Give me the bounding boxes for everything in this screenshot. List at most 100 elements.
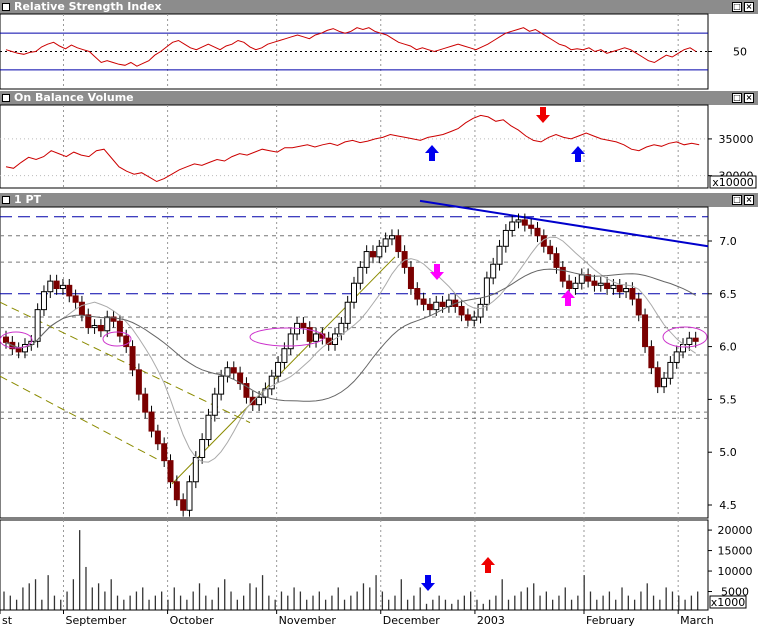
candle-body	[388, 235, 395, 240]
candle-body	[597, 282, 604, 286]
candle-body	[623, 288, 630, 293]
candle-body	[142, 393, 149, 413]
candle-body	[528, 224, 535, 229]
candle-body	[104, 316, 111, 332]
candle-body	[275, 361, 282, 377]
volume-tick-label: 10000	[718, 565, 753, 578]
candle-body	[553, 253, 560, 268]
candle-body	[148, 411, 155, 432]
candle-body	[591, 280, 598, 286]
candle-body	[199, 439, 206, 458]
vol-plot-frame	[0, 519, 709, 611]
candle-body	[490, 263, 497, 279]
candle-body	[496, 245, 503, 265]
price-tick-label: 4.5	[719, 499, 737, 512]
x-tick-label: February	[586, 614, 635, 627]
candle-body	[97, 324, 104, 332]
price-tick-label: 5.5	[719, 393, 737, 406]
candle-body	[610, 284, 617, 290]
candle-body	[420, 298, 427, 305]
candle-body	[167, 460, 174, 483]
candle-body	[192, 456, 199, 483]
x-tick-label: September	[65, 614, 126, 627]
x-tick-label: October	[170, 614, 214, 627]
candle-body	[357, 266, 364, 284]
candle-body	[135, 369, 142, 395]
candle-body	[635, 298, 642, 316]
candle-body	[281, 348, 288, 363]
price-tick-label: 6.5	[719, 288, 737, 301]
candle-body	[47, 280, 54, 293]
candle-body	[59, 284, 66, 290]
obv-multiplier: x10000	[712, 176, 754, 189]
candle-body	[34, 309, 41, 342]
candle-body	[433, 301, 440, 311]
volume-tick-label: 20000	[718, 524, 753, 537]
x-tick-label: November	[279, 614, 337, 627]
candle-body	[161, 443, 168, 462]
x-tick-label: March	[680, 614, 714, 627]
candle-body	[572, 282, 579, 290]
candle-body	[218, 375, 225, 395]
candle-body	[205, 414, 212, 441]
candle-body	[521, 219, 528, 226]
candle-body	[230, 367, 237, 374]
candle-body	[40, 291, 47, 311]
candle-body	[692, 337, 699, 342]
candle-body	[72, 295, 79, 303]
candle-body	[629, 288, 636, 300]
candle-body	[686, 337, 693, 345]
candle-body	[515, 219, 522, 223]
candle-body	[661, 377, 668, 388]
candle-body	[654, 367, 661, 388]
volume-tick-label: 15000	[718, 545, 753, 558]
price-tick-label: 6.0	[719, 341, 737, 354]
candle-body	[376, 245, 383, 258]
candle-body	[15, 348, 22, 353]
candle-body	[616, 284, 623, 293]
candle-body	[578, 274, 585, 284]
candle-body	[534, 227, 541, 237]
candle-body	[426, 303, 433, 311]
obv-plot-frame	[0, 104, 709, 189]
candle-body	[363, 251, 370, 268]
candle-body	[116, 320, 123, 337]
candle-body	[344, 301, 351, 324]
candle-body	[604, 282, 611, 290]
x-tick-label: December	[383, 614, 441, 627]
candle-body	[667, 361, 674, 379]
candle-body	[53, 280, 60, 290]
candle-body	[414, 288, 421, 300]
candle-body	[180, 499, 187, 511]
candle-body	[509, 221, 516, 231]
candle-body	[458, 305, 465, 316]
candle-body	[471, 316, 478, 321]
candle-body	[91, 324, 98, 329]
price-tick-label: 7.0	[719, 235, 737, 248]
candle-body	[78, 301, 85, 316]
candle-body	[154, 430, 161, 445]
candle-body	[439, 301, 446, 307]
candle-body	[395, 235, 402, 253]
candle-body	[559, 266, 566, 282]
candle-body	[3, 336, 9, 343]
candle-body	[648, 346, 655, 369]
candle-body	[287, 333, 294, 350]
candle-body	[477, 303, 484, 318]
candle-body	[464, 314, 471, 321]
candle-body	[338, 322, 345, 335]
obv-tick-label: 35000	[719, 133, 754, 146]
volume-multiplier: x1000	[711, 596, 746, 609]
candle-body	[66, 284, 73, 297]
price-tick-label: 5.0	[719, 446, 737, 459]
candle-body	[85, 314, 92, 329]
candle-body	[407, 266, 414, 290]
rsi-tick-label: 50	[733, 46, 747, 59]
x-tick-label: st	[2, 614, 13, 627]
candle-body	[351, 282, 357, 303]
candle-body	[173, 481, 180, 501]
candle-body	[129, 346, 136, 371]
candle-body	[256, 396, 263, 406]
candle-body	[502, 229, 509, 247]
candle-body	[673, 351, 680, 363]
